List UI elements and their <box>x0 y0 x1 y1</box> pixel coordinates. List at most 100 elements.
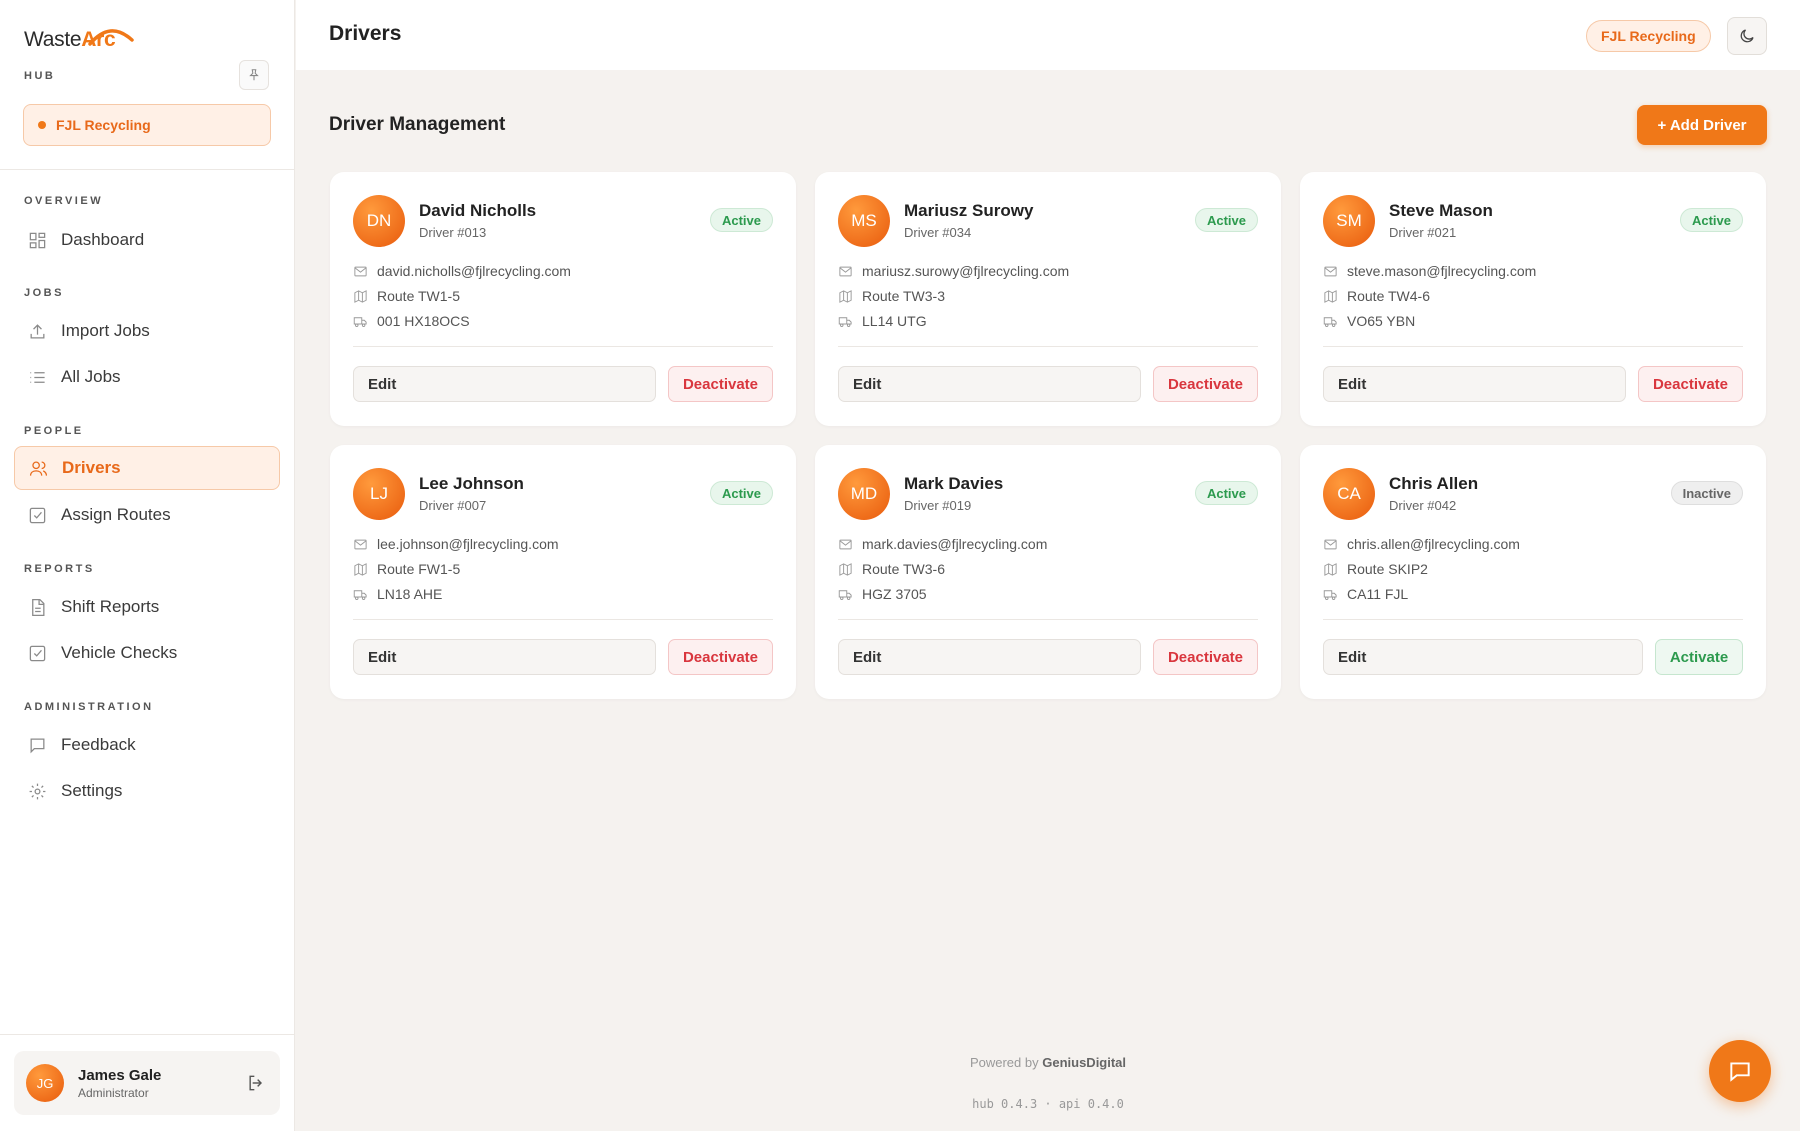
sidebar: WasteArc HUB FJL Recycling OVERVIEW Dash… <box>0 0 295 1131</box>
driver-name: David Nicholls <box>419 201 537 220</box>
sidebar-item-label: All Jobs <box>61 367 121 386</box>
powered-prefix: Powered by <box>969 1055 1039 1070</box>
driver-avatar: CA <box>1323 468 1375 520</box>
driver-route-row: Route TW3-3 <box>838 288 945 304</box>
logout-icon[interactable] <box>246 1073 266 1093</box>
mail-icon <box>354 539 367 549</box>
sidebar-item-assign-routes[interactable]: Assign Routes <box>14 493 280 537</box>
deactivate-button[interactable]: Deactivate <box>668 366 773 402</box>
sidebar-item-feedback[interactable]: Feedback <box>14 723 280 767</box>
sidebar-item-label: Feedback <box>61 735 136 754</box>
driver-card: MD Mark Davies Driver #019 Active mark.davie… <box>815 445 1281 699</box>
message-icon <box>30 738 45 753</box>
section-label-jobs: JOBS <box>24 287 64 299</box>
card-divider <box>1323 619 1743 620</box>
sidebar-item-settings[interactable]: Settings <box>14 769 280 813</box>
sidebar-item-all-jobs[interactable]: All Jobs <box>14 355 280 399</box>
status-badge: Active <box>1194 481 1258 505</box>
driver-email: lee.johnson@fjlrecycling.com <box>377 536 559 552</box>
sidebar-item-dashboard[interactable]: Dashboard <box>14 218 280 262</box>
org-name: FJL Recycling <box>56 117 151 133</box>
section-label-overview: OVERVIEW <box>24 195 104 207</box>
driver-number: Driver #042 <box>1389 498 1457 513</box>
driver-email: mariusz.surowy@fjlrecycling.com <box>862 263 1070 279</box>
pin-sidebar-button[interactable] <box>239 60 269 90</box>
theme-toggle-button[interactable] <box>1727 17 1767 55</box>
section-title: Driver Management <box>329 114 506 135</box>
driver-vehicle-row: VO65 YBN <box>1323 313 1415 329</box>
driver-number: Driver #034 <box>904 225 972 240</box>
driver-route: Route TW4-6 <box>1347 288 1430 304</box>
map-icon <box>1324 562 1337 576</box>
hub-label: HUB <box>24 70 56 82</box>
chat-button[interactable] <box>1709 1040 1771 1102</box>
top-header: Drivers FJL Recycling <box>296 0 1800 70</box>
driver-card: LJ Lee Johnson Driver #007 Active lee.johnso… <box>330 445 796 699</box>
mail-icon <box>839 539 852 549</box>
powered-by: Powered by GeniusDigital <box>0 1055 1800 1070</box>
add-driver-button[interactable]: + Add Driver <box>1637 105 1767 145</box>
driver-route: Route TW1-5 <box>377 288 460 304</box>
driver-email-row: lee.johnson@fjlrecycling.com <box>353 536 559 552</box>
activate-button[interactable]: Activate <box>1655 639 1743 675</box>
page-title: Drivers <box>329 22 402 45</box>
driver-vehicle-row: CA11 FJL <box>1323 586 1408 602</box>
driver-route: Route TW3-6 <box>862 561 945 577</box>
edit-driver-button[interactable]: Edit <box>838 366 1141 402</box>
sidebar-item-drivers[interactable]: Drivers <box>14 446 280 490</box>
card-divider <box>838 346 1258 347</box>
users-icon <box>29 461 48 476</box>
list-icon <box>30 371 45 383</box>
driver-vehicle: CA11 FJL <box>1347 586 1409 602</box>
edit-driver-button[interactable]: Edit <box>353 366 656 402</box>
map-icon <box>839 562 852 576</box>
deactivate-button[interactable]: Deactivate <box>668 639 773 675</box>
sidebar-item-vehicle-checks[interactable]: Vehicle Checks <box>14 631 280 675</box>
truck-icon <box>1323 316 1337 327</box>
gear-icon <box>29 783 46 799</box>
driver-vehicle: LL14 UTG <box>862 313 927 329</box>
wastearc-logo[interactable]: WasteArc <box>24 28 134 52</box>
pin-icon <box>249 69 259 81</box>
status-badge: Inactive <box>1670 481 1743 505</box>
driver-email-row: mark.davies@fjlrecycling.com <box>838 536 1047 552</box>
status-badge: Active <box>709 481 773 505</box>
section-label-people: PEOPLE <box>24 425 84 437</box>
deactivate-button[interactable]: Deactivate <box>1153 366 1258 402</box>
driver-email-row: mariusz.surowy@fjlrecycling.com <box>838 263 1069 279</box>
mail-icon <box>839 266 852 276</box>
edit-driver-button[interactable]: Edit <box>838 639 1141 675</box>
driver-vehicle: LN18 AHE <box>377 586 443 602</box>
org-chip[interactable]: FJL Recycling <box>1586 20 1711 52</box>
driver-avatar: MS <box>838 195 890 247</box>
deactivate-button[interactable]: Deactivate <box>1153 639 1258 675</box>
driver-number: Driver #019 <box>904 498 972 513</box>
truck-icon <box>838 316 852 327</box>
driver-name: Mariusz Surowy <box>904 201 1034 220</box>
status-badge: Active <box>1679 208 1743 232</box>
deactivate-button[interactable]: Deactivate <box>1638 366 1743 402</box>
org-status-dot <box>38 121 46 129</box>
edit-driver-button[interactable]: Edit <box>1323 639 1643 675</box>
grid-icon <box>29 232 46 248</box>
driver-route-row: Route SKIP2 <box>1323 561 1428 577</box>
truck-icon <box>1323 589 1337 600</box>
driver-email: david.nicholls@fjlrecycling.com <box>377 263 571 279</box>
truck-icon <box>838 589 852 600</box>
driver-card: SM Steve Mason Driver #021 Active steve.maso… <box>1300 172 1766 426</box>
edit-driver-button[interactable]: Edit <box>1323 366 1626 402</box>
driver-email-row: steve.mason@fjlrecycling.com <box>1323 263 1536 279</box>
map-icon <box>1324 289 1337 303</box>
driver-vehicle: HGZ 3705 <box>862 586 927 602</box>
edit-driver-button[interactable]: Edit <box>353 639 656 675</box>
mail-icon <box>354 266 367 276</box>
card-divider <box>838 619 1258 620</box>
driver-name: Steve Mason <box>1389 201 1493 220</box>
sidebar-item-import-jobs[interactable]: Import Jobs <box>14 309 280 353</box>
org-selector[interactable]: FJL Recycling <box>23 104 271 146</box>
sidebar-divider <box>0 169 295 170</box>
driver-email: mark.davies@fjlrecycling.com <box>862 536 1048 552</box>
sidebar-item-shift-reports[interactable]: Shift Reports <box>14 585 280 629</box>
driver-card: DN David Nicholls Driver #013 Active david.n… <box>330 172 796 426</box>
driver-avatar: LJ <box>353 468 405 520</box>
